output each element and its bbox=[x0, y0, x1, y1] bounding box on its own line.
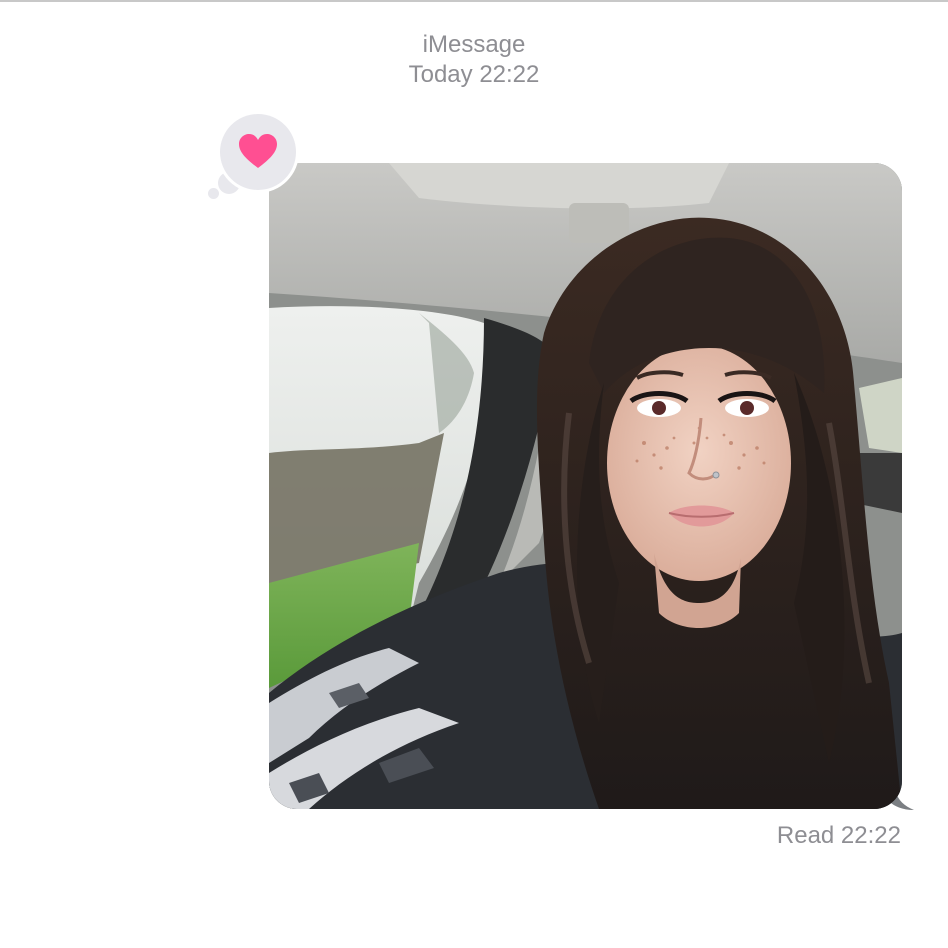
read-receipt: Read 22:22 bbox=[776, 822, 901, 849]
photo-message[interactable] bbox=[269, 163, 902, 809]
heart-icon bbox=[239, 134, 277, 168]
top-divider bbox=[0, 0, 948, 2]
service-label: iMessage bbox=[422, 31, 526, 58]
tapback-reaction[interactable] bbox=[220, 114, 296, 190]
selfie-photo bbox=[269, 163, 902, 809]
timestamp-label: Today 22:22 bbox=[408, 61, 540, 88]
conversation-header: iMessage Today 22:22 bbox=[0, 30, 948, 90]
tapback-tail-small bbox=[208, 188, 219, 199]
